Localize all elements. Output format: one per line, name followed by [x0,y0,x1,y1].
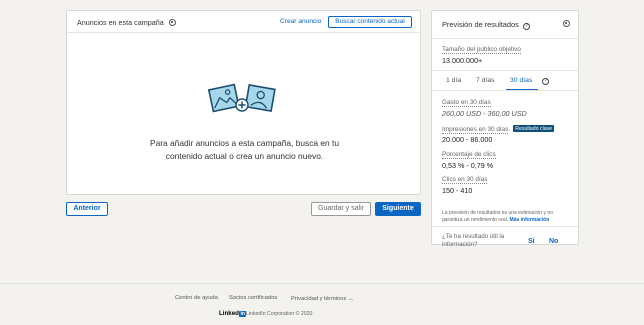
tab-7-days[interactable]: 7 días [476,77,495,84]
audience-size-value: 13.000.000+ [442,56,483,65]
gear-icon[interactable] [563,20,570,27]
tab-30-days[interactable]: 30 días [510,77,532,84]
ctr-value: 0,53 % - 0,79 % [442,161,494,170]
help-icon[interactable]: ? [542,78,549,85]
key-result-badge: Resultado clave [513,125,555,132]
ads-panel: Anuncios en esta campaña Crear anuncio B… [66,10,421,195]
clicks-value: 150 - 410 [442,186,473,195]
divider [432,70,578,71]
gear-icon[interactable] [168,19,176,26]
spend-label: Gasto en 30 días [442,99,491,107]
divider [432,90,578,91]
previous-button[interactable]: Anterior [66,202,108,216]
spend-value: 260,00 USD - 360,00 USD [442,109,527,118]
next-button[interactable]: Siguiente [375,202,421,216]
audience-size-label: Tamaño del público objetivo [442,46,521,54]
footer-help-link[interactable]: Centro de ayuda [175,295,218,301]
forecast-disclaimer: La previsión de resultados es una estima… [442,210,553,223]
linkedin-logo: Linked in [219,310,246,317]
impressions-value: 20.000 - 86.000 [442,135,493,144]
feedback-question: ¿Te ha resultado útil la información? [442,233,505,248]
ads-panel-header: Anuncios en esta campaña Crear anuncio B… [67,11,420,33]
help-icon[interactable]: ? [522,23,530,30]
chevron-up-icon: ︿ [348,296,354,302]
add-images-illustration-icon [207,83,276,113]
clicks-label: Clics en 30 días [442,176,488,184]
empty-state-message: Para añadir anuncios a esta campaña, bus… [149,138,340,161]
divider [432,38,578,39]
impressions-label: Impresiones en 30 días [442,125,509,134]
divider [432,226,578,227]
ctr-label: Porcentaje de clics [442,151,496,159]
footer-privacy-link[interactable]: Privacidad y términos ︿ [291,295,353,302]
ads-panel-title: Anuncios en esta campaña [77,18,164,27]
forecast-title: Previsión de resultados [442,20,519,29]
footer-partners-link[interactable]: Socios certificados [229,295,277,301]
search-content-button[interactable]: Buscar contenido actual [328,16,412,28]
create-ad-link[interactable]: Crear anuncio [280,18,321,25]
more-info-link[interactable]: Más información [510,217,550,223]
feedback-yes-button[interactable]: Sí [528,238,535,245]
forecast-panel: Previsión de resultados ? Tamaño del púb… [431,10,579,248]
footer: Centro de ayuda Socios certificados Priv… [0,283,644,325]
tab-1-day[interactable]: 1 día [446,77,461,84]
feedback-no-button[interactable]: No [549,238,558,245]
save-and-exit-button[interactable]: Guardar y salir [311,202,371,216]
copyright-text: LinkedIn Corporation © 2020 [246,311,313,317]
